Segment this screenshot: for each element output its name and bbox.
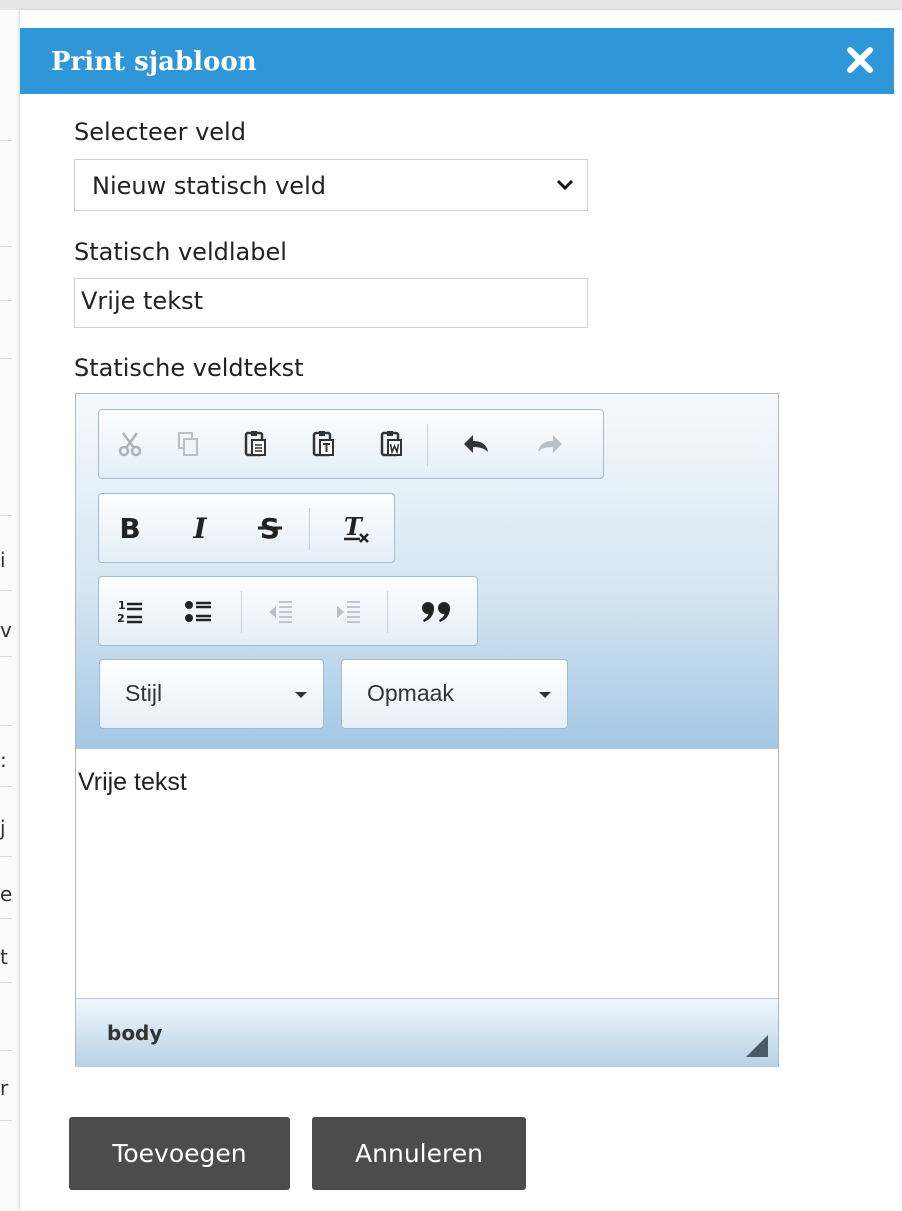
indent-icon[interactable] <box>319 577 377 645</box>
bg-divider <box>0 590 12 591</box>
background-top-bar <box>0 0 902 10</box>
rich-text-editor: B I S T 12 Stijl Opmaak Vrije tekst body <box>75 393 779 1067</box>
editor-toolbar: B I S T 12 Stijl Opmaak <box>76 394 778 749</box>
redo-icon[interactable] <box>513 410 587 478</box>
bg-divider <box>0 515 12 516</box>
close-icon[interactable] <box>842 42 878 78</box>
clipboard-toolbar-group <box>98 409 604 479</box>
bold-icon[interactable]: B <box>101 494 159 562</box>
paragraph-toolbar-group: 12 <box>98 576 478 646</box>
bg-divider <box>0 725 12 726</box>
toolbar-separator <box>241 591 242 633</box>
svg-text:1: 1 <box>118 599 126 612</box>
editor-content-text: Vrije tekst <box>78 768 187 796</box>
toolbar-separator <box>309 508 310 550</box>
bg-divider <box>0 856 12 857</box>
bg-divider <box>0 918 12 919</box>
bg-divider <box>0 982 12 983</box>
paste-icon[interactable] <box>227 410 285 478</box>
bg-text-fragment: t <box>0 945 8 969</box>
bg-divider <box>0 140 12 141</box>
outdent-icon[interactable] <box>251 577 309 645</box>
select-field-dropdown[interactable]: Nieuw statisch veld <box>74 159 588 211</box>
chevron-down-icon <box>539 692 551 698</box>
paste-text-icon[interactable] <box>295 410 353 478</box>
basic-styles-toolbar-group: B I S T <box>98 493 395 563</box>
editor-status-bar: body <box>76 998 778 1067</box>
bg-divider <box>0 1120 12 1121</box>
bg-text-fragment: e <box>0 882 12 906</box>
bg-divider <box>0 358 12 359</box>
bg-divider <box>0 1050 12 1051</box>
toolbar-separator <box>387 591 388 633</box>
format-combo[interactable]: Opmaak <box>341 659 568 729</box>
bulleted-list-icon[interactable] <box>169 577 227 645</box>
element-path[interactable]: body <box>107 1021 162 1045</box>
remove-format-icon[interactable]: T <box>321 494 391 562</box>
bg-text-fragment: v <box>0 618 12 642</box>
undo-icon[interactable] <box>439 410 513 478</box>
static-text-label: Statische veldtekst <box>74 354 304 382</box>
dialog-title-bar: Print sjabloon <box>20 28 894 94</box>
bg-divider <box>0 656 12 657</box>
bg-divider <box>0 246 12 247</box>
style-combo-label: Stijl <box>125 680 163 706</box>
chevron-down-icon <box>555 178 575 197</box>
cancel-button[interactable]: Annuleren <box>312 1117 526 1190</box>
select-field-label: Selecteer veld <box>74 118 246 146</box>
dialog-title: Print sjabloon <box>51 47 257 77</box>
copy-icon[interactable] <box>159 410 217 478</box>
numbered-list-icon[interactable]: 12 <box>101 577 159 645</box>
cut-icon[interactable] <box>101 410 159 478</box>
background-page: i v : j e t r <box>0 10 20 1211</box>
toolbar-separator <box>427 424 428 466</box>
editor-content-area[interactable]: Vrije tekst <box>76 750 778 996</box>
select-field-value: Nieuw statisch veld <box>92 172 326 200</box>
svg-text:2: 2 <box>117 612 125 625</box>
add-button[interactable]: Toevoegen <box>69 1117 290 1190</box>
format-combo-label: Opmaak <box>367 680 454 706</box>
bg-text-fragment: r <box>0 1076 9 1100</box>
paste-word-icon[interactable] <box>363 410 421 478</box>
style-combo[interactable]: Stijl <box>99 659 324 729</box>
bg-divider <box>0 300 12 301</box>
strikethrough-icon[interactable]: S <box>241 494 299 562</box>
bg-divider <box>0 786 12 787</box>
blockquote-icon[interactable] <box>399 577 473 645</box>
static-label-label: Statisch veldlabel <box>74 238 287 266</box>
chevron-down-icon <box>295 692 307 698</box>
print-template-dialog: Print sjabloon Selecteer veld Nieuw stat… <box>20 10 900 1211</box>
italic-icon[interactable]: I <box>171 494 229 562</box>
bg-text-fragment: i <box>0 548 6 572</box>
resize-handle-icon[interactable] <box>746 1035 768 1057</box>
static-label-input[interactable]: Vrije tekst <box>74 278 588 328</box>
bg-text-fragment: : <box>0 748 7 772</box>
bg-text-fragment: j <box>0 816 6 840</box>
